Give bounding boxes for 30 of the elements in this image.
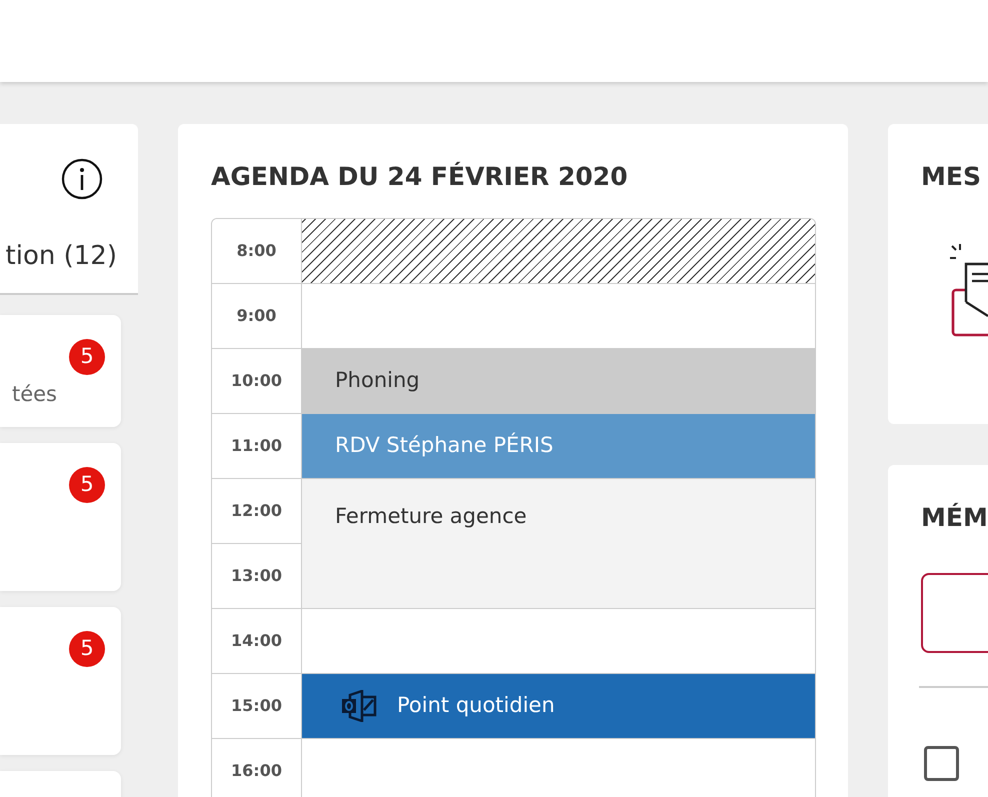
checkbox[interactable]	[924, 746, 959, 781]
time-label: 12:00	[212, 479, 302, 544]
agenda-event[interactable]: Phoning	[302, 349, 815, 414]
tab[interactable]: tion (12)	[6, 237, 117, 276]
calendar-app-icon	[340, 690, 377, 722]
count-badge: 5	[69, 631, 105, 667]
agenda-event[interactable]: Point quotidien	[302, 674, 815, 739]
time-label: 14:00	[212, 609, 302, 674]
time-label: 15:00	[212, 674, 302, 739]
agenda-event[interactable]: RDV Stéphane PÉRIS	[302, 414, 815, 479]
card[interactable]: 5 tées	[0, 315, 121, 427]
event-title: Fermeture agence	[335, 503, 527, 530]
time-label: 8:00	[212, 219, 302, 284]
count-badge: 5	[69, 467, 105, 503]
event-title: RDV Stéphane PÉRIS	[335, 432, 554, 460]
count-badge: 5	[69, 339, 105, 375]
card-title: MÉM	[920, 502, 988, 533]
card-text: tées	[12, 381, 57, 408]
time-label: 9:00	[212, 284, 302, 349]
info-icon[interactable]	[61, 158, 103, 200]
time-label: 10:00	[212, 349, 302, 414]
time-label: 13:00	[212, 544, 302, 609]
time-label: 11:00	[212, 414, 302, 479]
agenda-title: AGENDA DU 24 FÉVRIER 2020	[210, 160, 629, 192]
event-title: Phoning	[335, 367, 420, 394]
event-title: Point quotidien	[397, 692, 555, 720]
card[interactable]: 5	[0, 443, 121, 591]
agenda-event[interactable]: Fermeture agence	[302, 479, 815, 609]
card[interactable]: 5	[0, 607, 121, 755]
card-title: MES	[920, 161, 982, 192]
